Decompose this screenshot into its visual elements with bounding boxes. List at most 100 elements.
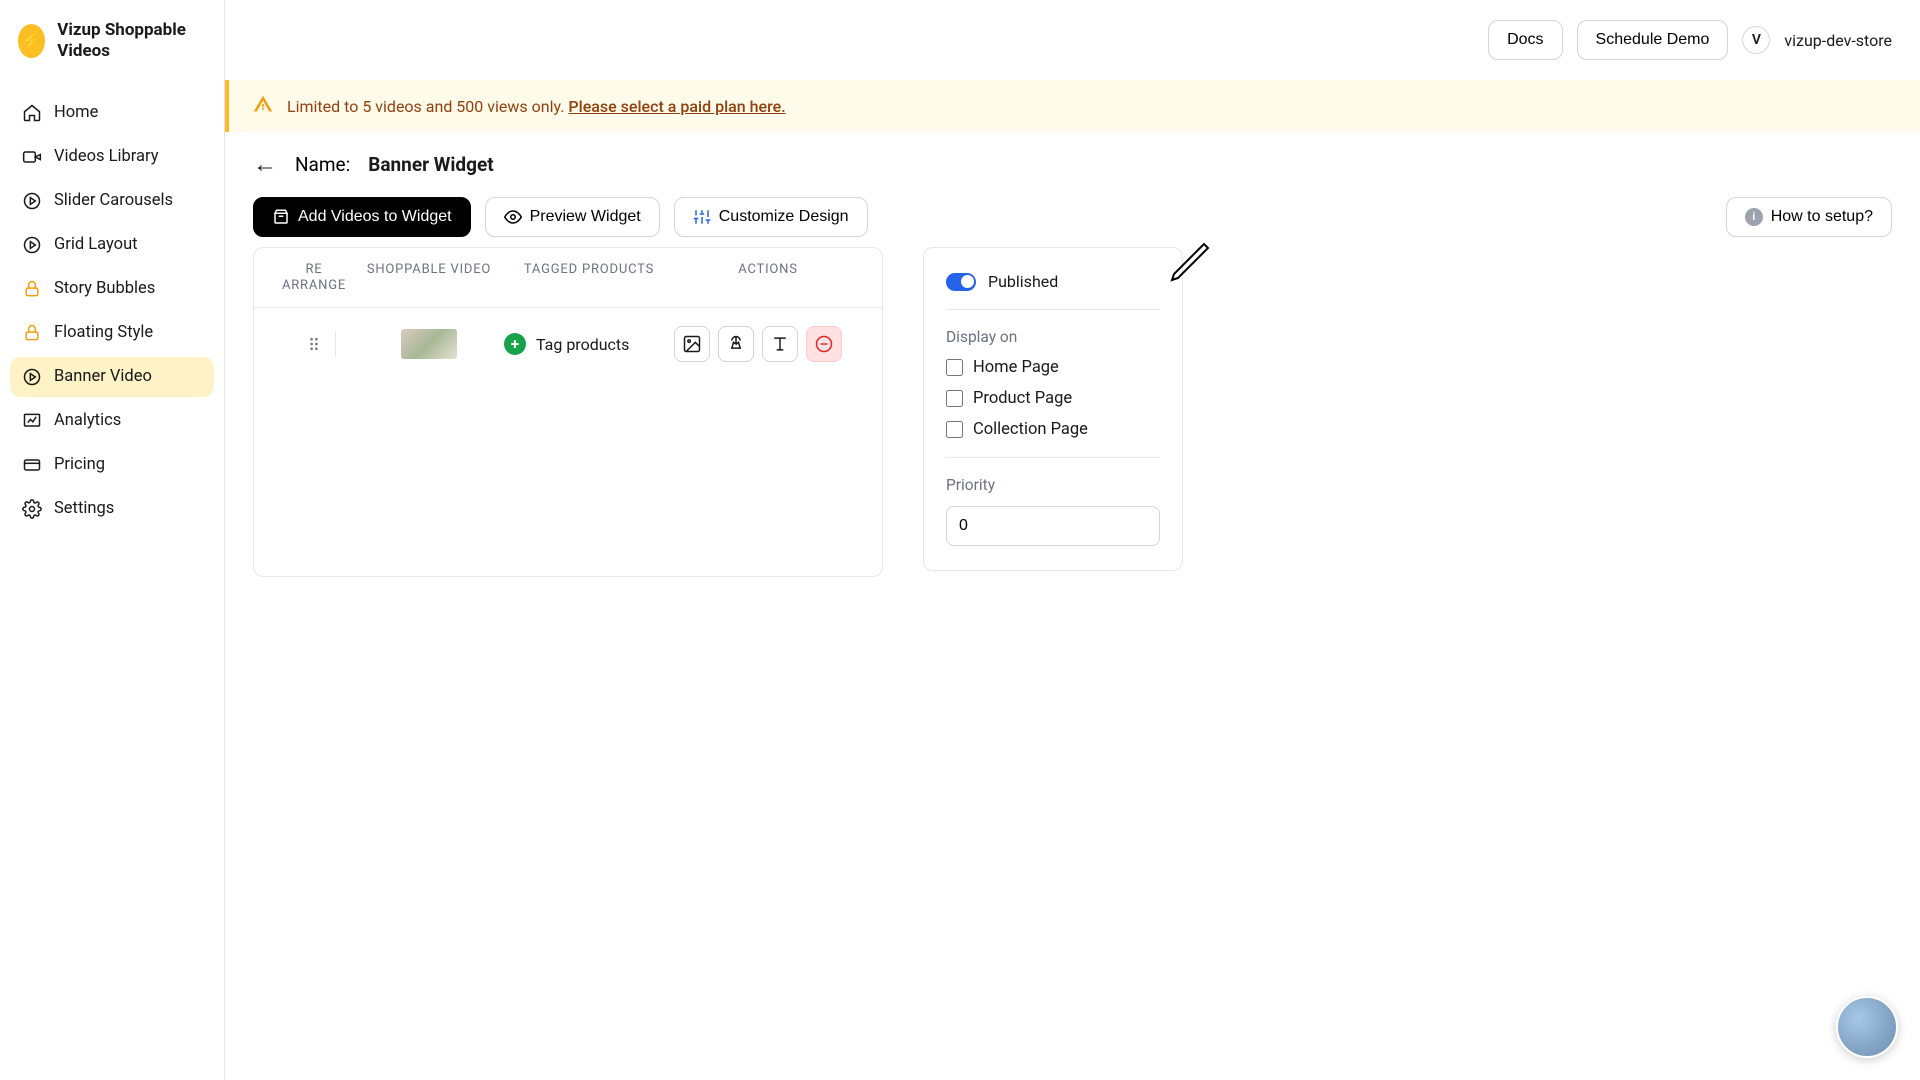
table-row: + Tag products: [254, 308, 882, 380]
home-page-label: Home Page: [973, 358, 1059, 377]
col-actions: ACTIONS: [674, 262, 862, 293]
docs-button[interactable]: Docs: [1488, 20, 1562, 60]
customize-design-button[interactable]: Customize Design: [674, 197, 868, 237]
how-to-setup-button[interactable]: i How to setup?: [1726, 197, 1892, 237]
brand-logo: ⚡ Vizup Shoppable Videos: [10, 20, 214, 63]
name-label: Name:: [295, 153, 350, 176]
info-icon: i: [1745, 208, 1763, 226]
tag-products-label: Tag products: [536, 335, 629, 354]
sidebar-item-pricing[interactable]: Pricing: [10, 445, 214, 485]
avatar-letter[interactable]: V: [1742, 26, 1770, 54]
sidebar-item-label: Settings: [54, 499, 114, 518]
collection-page-checkbox[interactable]: [946, 421, 963, 438]
sidebar-item-label: Story Bubbles: [54, 279, 155, 298]
videos-table: RE ARRANGE SHOPPABLE VIDEO TAGGED PRODUC…: [253, 247, 883, 577]
bolt-icon: ⚡: [20, 31, 42, 52]
divider: [946, 309, 1160, 310]
widget-name: Banner Widget: [368, 153, 493, 176]
sidebar-item-label: Grid Layout: [54, 235, 138, 254]
col-video: SHOPPABLE VIDEO: [354, 262, 504, 293]
sidebar-item-label: Pricing: [54, 455, 105, 474]
sidebar-item-label: Videos Library: [54, 147, 159, 166]
settings-panel: Published Display on Home Page Product P…: [923, 247, 1183, 571]
col-tagged: TAGGED PRODUCTS: [504, 262, 674, 293]
home-icon: [22, 103, 42, 123]
sidebar-item-videos-library[interactable]: Videos Library: [10, 137, 214, 177]
divider: [946, 457, 1160, 458]
toolbar: Add Videos to Widget Preview Widget Cust…: [225, 189, 1920, 247]
actions-cell: [674, 326, 862, 362]
plus-icon: +: [504, 333, 526, 355]
published-row: Published: [946, 272, 1160, 291]
content: RE ARRANGE SHOPPABLE VIDEO TAGGED PRODUC…: [225, 247, 1920, 577]
banner-link[interactable]: Please select a paid plan here.: [568, 97, 785, 116]
main: Docs Schedule Demo V vizup-dev-store Lim…: [225, 0, 1920, 1080]
priority-input[interactable]: [946, 506, 1160, 546]
product-page-checkbox[interactable]: [946, 390, 963, 407]
video-thumbnail[interactable]: [354, 329, 504, 359]
sidebar-item-label: Banner Video: [54, 367, 152, 386]
pointer-icon: [726, 334, 746, 354]
collection-page-checkbox-row[interactable]: Collection Page: [946, 420, 1160, 439]
sidebar-item-label: Slider Carousels: [54, 191, 173, 210]
logo-circle: ⚡: [18, 24, 45, 58]
minus-circle-icon: [814, 334, 834, 354]
col-rearrange: RE ARRANGE: [274, 262, 354, 293]
account-name: vizup-dev-store: [1784, 31, 1892, 50]
remove-action-button[interactable]: [806, 326, 842, 362]
product-page-checkbox-row[interactable]: Product Page: [946, 389, 1160, 408]
back-arrow-icon[interactable]: ←: [253, 150, 277, 179]
schedule-demo-button[interactable]: Schedule Demo: [1577, 20, 1729, 60]
sidebar-item-label: Analytics: [54, 411, 121, 430]
table-head: RE ARRANGE SHOPPABLE VIDEO TAGGED PRODUC…: [254, 248, 882, 308]
sidebar-item-label: Floating Style: [54, 323, 153, 342]
support-chat-avatar[interactable]: [1836, 996, 1898, 1058]
drag-handle-icon: [307, 336, 321, 352]
warning-icon: [253, 94, 273, 118]
text-icon: [770, 334, 790, 354]
click-action-button[interactable]: [718, 326, 754, 362]
text-action-button[interactable]: [762, 326, 798, 362]
display-on-label: Display on: [946, 328, 1160, 346]
tag-products-cell[interactable]: + Tag products: [504, 333, 674, 355]
thumbnail-image: [401, 329, 457, 359]
product-page-label: Product Page: [973, 389, 1072, 408]
sidebar-item-settings[interactable]: Settings: [10, 489, 214, 529]
sidebar-item-banner-video[interactable]: Banner Video: [10, 357, 214, 397]
sidebar-item-home[interactable]: Home: [10, 93, 214, 133]
play-circle-icon: [22, 235, 42, 255]
video-icon: [22, 147, 42, 167]
image-action-button[interactable]: [674, 326, 710, 362]
box-icon: [272, 208, 290, 226]
analytics-icon: [22, 411, 42, 431]
add-videos-button[interactable]: Add Videos to Widget: [253, 197, 471, 237]
lock-icon: [22, 279, 42, 299]
sidebar-item-grid-layout[interactable]: Grid Layout: [10, 225, 214, 265]
brand-name: Vizup Shoppable Videos: [57, 20, 206, 63]
published-toggle[interactable]: [946, 273, 976, 291]
gear-icon: [22, 499, 42, 519]
sidebar-item-story-bubbles[interactable]: Story Bubbles: [10, 269, 214, 309]
sidebar-item-slider-carousels[interactable]: Slider Carousels: [10, 181, 214, 221]
preview-widget-button[interactable]: Preview Widget: [485, 197, 660, 237]
sliders-icon: [693, 208, 711, 226]
lock-icon: [22, 323, 42, 343]
banner-text: Limited to 5 videos and 500 views only. …: [287, 97, 786, 116]
collection-page-label: Collection Page: [973, 420, 1088, 439]
sidebar-item-label: Home: [54, 103, 98, 122]
pencil-annotation-icon: [1166, 240, 1210, 284]
topbar: Docs Schedule Demo V vizup-dev-store: [225, 0, 1920, 60]
eye-icon: [504, 208, 522, 226]
drag-handle[interactable]: [274, 336, 354, 352]
sidebar-item-floating-style[interactable]: Floating Style: [10, 313, 214, 353]
image-icon: [682, 334, 702, 354]
sidebar-item-analytics[interactable]: Analytics: [10, 401, 214, 441]
home-page-checkbox-row[interactable]: Home Page: [946, 358, 1160, 377]
sidebar: ⚡ Vizup Shoppable Videos Home Videos Lib…: [0, 0, 225, 1080]
home-page-checkbox[interactable]: [946, 359, 963, 376]
limit-banner: Limited to 5 videos and 500 views only. …: [225, 80, 1920, 132]
page-header: ← Name: Banner Widget: [225, 132, 1920, 189]
published-label: Published: [988, 272, 1058, 291]
play-circle-icon: [22, 191, 42, 211]
card-icon: [22, 455, 42, 475]
